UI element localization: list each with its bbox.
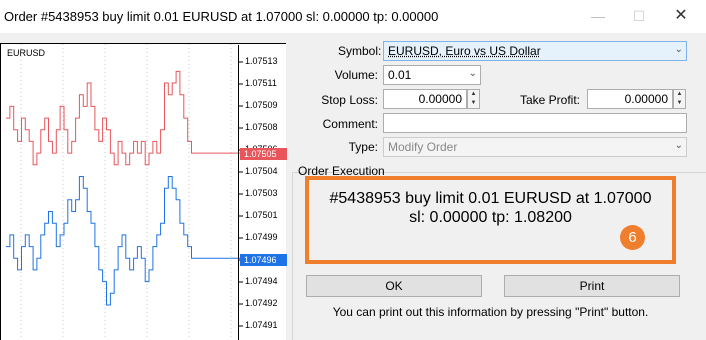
- price-tick-label: 1.07513: [245, 56, 278, 66]
- chevron-down-icon: ⌄: [674, 140, 683, 151]
- take-profit-label: Take Profit:: [519, 93, 580, 107]
- price-tick-label: 1.07509: [245, 100, 278, 110]
- price-tick-label: 1.07503: [245, 188, 278, 198]
- bid-price-tag: 1.07505: [240, 148, 287, 160]
- volume-select[interactable]: 0.01 ⌄: [383, 65, 481, 85]
- price-tick-label: 1.07511: [245, 78, 277, 88]
- stop-loss-label: Stop Loss:: [321, 93, 378, 107]
- print-button[interactable]: Print: [504, 275, 680, 297]
- arrow-up-icon[interactable]: ▲: [468, 90, 479, 99]
- tick-chart: EURUSD 1.07513 1.07511 1.07509 1.07508 1.075…: [0, 43, 287, 340]
- order-type-select[interactable]: Modify Order ⌄: [383, 137, 687, 157]
- price-tick-label: 1.07508: [245, 122, 278, 132]
- take-profit-input[interactable]: 0.00000: [587, 89, 673, 109]
- arrow-up-icon[interactable]: ▲: [674, 90, 685, 99]
- order-type-value: Modify Order: [388, 140, 458, 154]
- step-number-badge: 6: [620, 225, 645, 250]
- execution-result-highlight: #5438953 buy limit 0.01 EURUSD at 1.0700…: [305, 176, 676, 264]
- title-bar: Order #5438953 buy limit 0.01 EURUSD at …: [0, 0, 706, 33]
- chevron-down-icon: ⌄: [674, 44, 683, 55]
- chevron-down-icon: ⌄: [468, 68, 477, 79]
- price-tick-label: 1.07501: [245, 210, 278, 220]
- print-hint-text: You can print out this information by pr…: [332, 305, 649, 319]
- comment-label: Comment:: [322, 117, 378, 131]
- chart-plot-area: EURUSD: [2, 45, 239, 340]
- stop-loss-stepper[interactable]: ▲ ▼: [467, 89, 480, 109]
- chart-symbol-label: EURUSD: [7, 48, 46, 58]
- comment-input[interactable]: [383, 113, 687, 133]
- stop-loss-value: 0.00000: [418, 92, 462, 106]
- close-button[interactable]: ✕: [666, 4, 696, 28]
- execution-result-line1: #5438953 buy limit 0.01 EURUSD at 1.0700…: [329, 190, 652, 207]
- volume-value: 0.01: [388, 68, 412, 82]
- window-title: Order #5438953 buy limit 0.01 EURUSD at …: [4, 9, 439, 24]
- minimize-button[interactable]: —: [583, 4, 613, 28]
- price-tick-label: 1.07499: [245, 232, 278, 242]
- price-tick-label: 1.07491: [245, 320, 278, 330]
- maximize-button[interactable]: ☐: [624, 4, 654, 28]
- price-tick-label: 1.07492: [245, 298, 278, 308]
- arrow-down-icon[interactable]: ▼: [674, 99, 685, 108]
- price-tick-label: 1.07504: [245, 166, 278, 176]
- ask-price-tag: 1.07496: [240, 254, 287, 266]
- volume-label: Volume:: [334, 68, 378, 82]
- take-profit-value: 0.00000: [624, 92, 668, 106]
- arrow-down-icon[interactable]: ▼: [468, 99, 479, 108]
- symbol-label: Symbol:: [338, 44, 382, 58]
- symbol-select[interactable]: EURUSD, Euro vs US Dollar ⌄: [383, 41, 687, 61]
- execution-result-line2: sl: 0.00000 tp: 1.08200: [409, 209, 572, 226]
- take-profit-stepper[interactable]: ▲ ▼: [673, 89, 686, 109]
- symbol-value: EURUSD, Euro vs US Dollar: [388, 44, 541, 58]
- price-tick-label: 1.07494: [245, 276, 278, 286]
- stop-loss-input[interactable]: 0.00000: [383, 89, 467, 109]
- type-label: Type:: [348, 140, 378, 154]
- ok-button[interactable]: OK: [306, 275, 482, 297]
